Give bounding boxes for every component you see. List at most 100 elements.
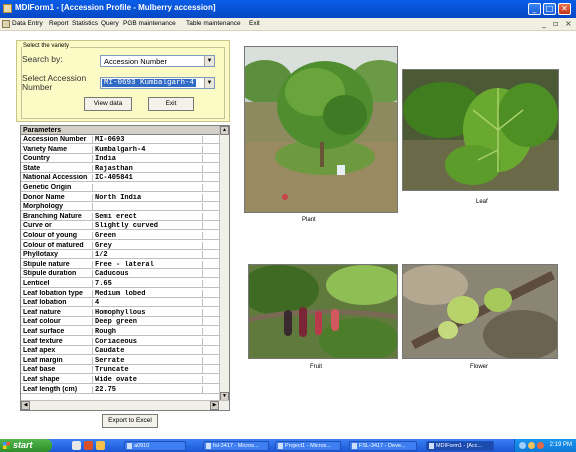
chevron-down-icon[interactable]: ▼	[204, 78, 214, 88]
chevron-down-icon[interactable]: ▼	[204, 56, 214, 66]
accession-data-grid[interactable]: Parameters Accession Number MI-0693 Variet…	[20, 125, 230, 411]
table-row[interactable]: Leaf surface Rough	[21, 328, 221, 337]
search-by-select[interactable]: Accession Number ▼	[100, 55, 215, 67]
parameter-value-cell[interactable]: 22.75	[93, 385, 203, 394]
parameter-name-cell[interactable]: Lenticel	[21, 280, 93, 289]
table-row[interactable]: Colour of young Green	[21, 232, 221, 241]
table-row[interactable]: Leaf apex Caudate	[21, 347, 221, 356]
minimize-button[interactable]: _	[528, 3, 541, 15]
parameter-value-cell[interactable]: Rough	[93, 328, 203, 337]
taskbar-item-mdiform1[interactable]: MDIForm1 - [Acc...	[426, 441, 494, 451]
taskbar-item-a0910[interactable]: a0910	[124, 441, 186, 451]
parameter-value-cell[interactable]: Coriaceous	[93, 337, 203, 346]
parameter-value-cell[interactable]: Caudate	[93, 347, 203, 356]
parameter-value-cell[interactable]: 1/2	[93, 251, 203, 260]
export-to-excel-button[interactable]: Export to Excel	[102, 414, 158, 428]
taskbar-item-fsl[interactable]: FSL-3417 - Deve...	[349, 441, 417, 451]
app-icon[interactable]	[3, 4, 12, 13]
parameter-value-cell[interactable]: 7.65	[93, 280, 203, 289]
parameter-value-cell[interactable]: Medium lobed	[93, 289, 203, 298]
parameter-name-cell[interactable]: Stipule nature	[21, 260, 93, 269]
table-row[interactable]: Stipule duration Caducous	[21, 270, 221, 279]
parameter-value-cell[interactable]: Semi erect	[93, 212, 203, 221]
menu-data-entry[interactable]: Data Entry	[12, 20, 43, 27]
menu-statistics[interactable]: Statistics	[72, 20, 98, 27]
menu-report[interactable]: Report	[49, 20, 69, 27]
parameter-value-cell[interactable]: India	[93, 155, 203, 164]
parameter-name-cell[interactable]: National Accession	[21, 174, 93, 183]
network-icon[interactable]	[519, 442, 526, 449]
parameter-value-cell[interactable]	[93, 184, 203, 193]
table-row[interactable]: Morphology	[21, 203, 221, 212]
table-row[interactable]: Branching Nature Semi erect	[21, 212, 221, 221]
table-row[interactable]: Variety Name Kumbalgarh-4	[21, 145, 221, 154]
parameter-name-cell[interactable]: Leaf lobation	[21, 299, 93, 308]
media-quicklaunch-icon[interactable]	[84, 441, 93, 450]
parameter-value-cell[interactable]: Serrate	[93, 356, 203, 365]
menu-exit[interactable]: Exit	[249, 20, 260, 27]
taskbar-item-project1[interactable]: Project1 - Micros...	[275, 441, 341, 451]
volume-icon[interactable]	[528, 442, 535, 449]
table-row[interactable]: Leaf colour Deep green	[21, 318, 221, 327]
table-row[interactable]: Leaf length (cm) 22.75	[21, 385, 221, 394]
parameter-value-cell[interactable]: Green	[93, 232, 203, 241]
table-row[interactable]: Leaf shape Wide ovate	[21, 376, 221, 385]
table-row[interactable]: Leaf texture Coriaceous	[21, 337, 221, 346]
parameter-name-cell[interactable]: Accession Number	[21, 136, 93, 145]
parameter-name-cell[interactable]: Leaf surface	[21, 328, 93, 337]
parameter-name-cell[interactable]: Stipule duration	[21, 270, 93, 279]
parameter-value-cell[interactable]: Truncate	[93, 366, 203, 375]
table-row[interactable]: Leaf lobation type Medium lobed	[21, 289, 221, 298]
parameter-value-cell[interactable]: Grey	[93, 241, 203, 250]
parameter-name-cell[interactable]: Leaf base	[21, 366, 93, 375]
parameter-name-cell[interactable]: Colour of young	[21, 232, 93, 241]
parameter-name-cell[interactable]: Leaf nature	[21, 308, 93, 317]
parameter-value-cell[interactable]: 4	[93, 299, 203, 308]
table-row[interactable]: State Rajasthan	[21, 164, 221, 173]
mdi-restore-button[interactable]: ▫	[553, 19, 558, 28]
scroll-up-button[interactable]: ▲	[220, 126, 229, 135]
table-row[interactable]: Lenticel 7.65	[21, 280, 221, 289]
exit-button[interactable]: Exit	[148, 97, 194, 111]
table-row[interactable]: Curve or Slightly curved	[21, 222, 221, 231]
accession-select[interactable]: MI-0693 Kumbalgarh-4 ▼	[100, 77, 215, 89]
parameter-name-cell[interactable]: Country	[21, 155, 93, 164]
close-button[interactable]: ✕	[558, 3, 571, 15]
parameter-value-cell[interactable]: Free - lateral	[93, 260, 203, 269]
table-row[interactable]: Donor Name North India	[21, 193, 221, 202]
parameter-value-cell[interactable]: Homophyllous	[93, 308, 203, 317]
parameter-value-cell[interactable]	[93, 203, 203, 212]
parameter-name-cell[interactable]: Leaf length (cm)	[21, 385, 93, 394]
horizontal-scrollbar[interactable]: ◀ ▶	[21, 400, 229, 410]
parameter-name-cell[interactable]: Leaf colour	[21, 318, 93, 327]
security-icon[interactable]	[537, 442, 544, 449]
parameter-value-cell[interactable]: Slightly curved	[93, 222, 203, 231]
vertical-scrollbar[interactable]: ▲ ▼	[219, 126, 229, 401]
parameter-name-cell[interactable]: State	[21, 164, 93, 173]
parameter-value-cell[interactable]: Wide ovate	[93, 376, 203, 385]
table-row[interactable]: Stipule nature Free - lateral	[21, 260, 221, 269]
parameter-name-cell[interactable]: Morphology	[21, 203, 93, 212]
parameter-name-cell[interactable]: Curve or	[21, 222, 93, 231]
mdi-close-button[interactable]: ×	[565, 19, 572, 28]
parameter-name-cell[interactable]: Leaf apex	[21, 347, 93, 356]
parameter-name-cell[interactable]: Branching Nature	[21, 212, 93, 221]
menu-pgb-maintenance[interactable]: PGB maintenance	[123, 20, 176, 27]
table-row[interactable]: Accession Number MI-0693	[21, 136, 221, 145]
table-row[interactable]: Country India	[21, 155, 221, 164]
parameter-name-cell[interactable]: Leaf shape	[21, 376, 93, 385]
mdi-child-icon[interactable]	[2, 20, 10, 28]
taskbar-item-word-fol[interactable]: fol-3417 - Micros...	[203, 441, 269, 451]
parameter-name-cell[interactable]: Variety Name	[21, 145, 93, 154]
start-button[interactable]: start	[0, 439, 52, 452]
scroll-left-button[interactable]: ◀	[21, 401, 30, 410]
parameter-value-cell[interactable]: North India	[93, 193, 203, 202]
view-data-button[interactable]: View data	[84, 97, 132, 111]
parameter-name-cell[interactable]: Leaf margin	[21, 356, 93, 365]
parameter-value-cell[interactable]: Rajasthan	[93, 164, 203, 173]
menu-query[interactable]: Query	[101, 20, 119, 27]
table-row[interactable]: Leaf margin Serrate	[21, 356, 221, 365]
table-row[interactable]: Genetic Origin	[21, 184, 221, 193]
parameter-value-cell[interactable]: IC-405841	[93, 174, 203, 183]
menu-table-maintenance[interactable]: Table maintenance	[186, 20, 241, 27]
